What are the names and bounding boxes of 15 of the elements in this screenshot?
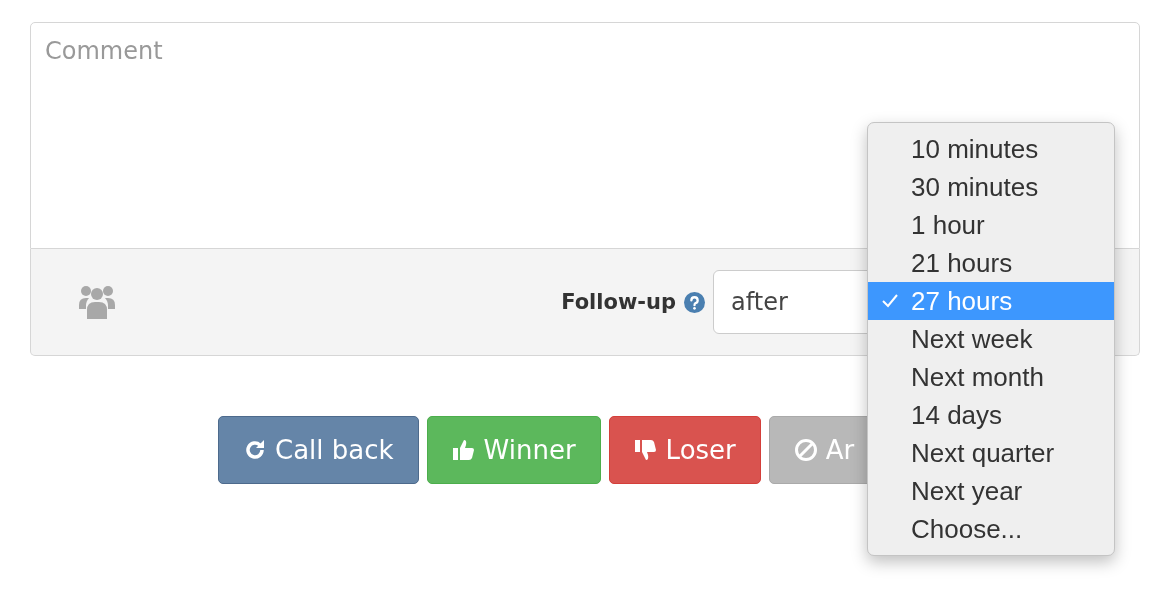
checkmark-icon (881, 294, 898, 308)
users-icon[interactable] (79, 285, 115, 319)
menu-item[interactable]: 1 hour (868, 206, 1114, 244)
menu-item[interactable]: Choose... (868, 510, 1114, 548)
help-icon[interactable] (684, 291, 705, 313)
follow-up-label: Follow-up (561, 290, 676, 314)
menu-item[interactable]: 30 minutes (868, 168, 1114, 206)
thumbs-down-icon (633, 438, 658, 462)
loser-button[interactable]: Loser (608, 416, 761, 484)
menu-item[interactable]: 10 minutes (868, 130, 1114, 168)
thumbs-up-icon (451, 438, 476, 462)
menu-item[interactable]: Next month (868, 358, 1114, 396)
refresh-icon (243, 438, 267, 462)
ban-icon (793, 438, 818, 462)
callback-button[interactable]: Call back (218, 416, 419, 484)
